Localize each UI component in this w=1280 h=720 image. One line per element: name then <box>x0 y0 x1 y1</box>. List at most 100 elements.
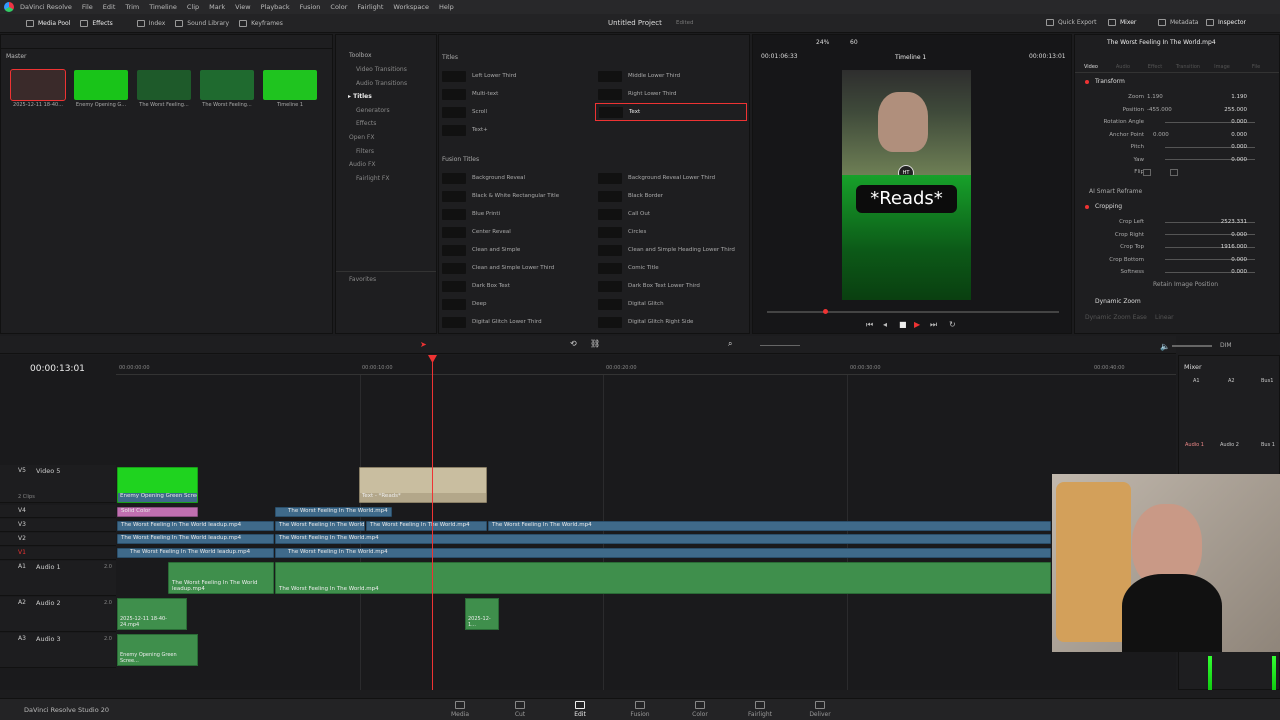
loop-icon[interactable]: ↻ <box>949 320 956 329</box>
index-button[interactable]: Index <box>136 19 165 27</box>
effect-item[interactable]: Clean and Simple <box>439 241 591 259</box>
section-dynamic-zoom[interactable]: Dynamic Zoom <box>1095 298 1141 305</box>
cropping-enable-icon[interactable] <box>1085 205 1089 209</box>
effect-item[interactable]: Dark Box Text Lower Third <box>595 277 747 295</box>
effect-item[interactable]: Scroll <box>439 103 591 121</box>
effect-item[interactable]: Center Reveal <box>439 223 591 241</box>
viewer-frame[interactable]: HT *Reads* <box>842 70 971 300</box>
tab-transition[interactable]: Transition <box>1171 51 1205 72</box>
effect-item[interactable]: Right Lower Third <box>595 85 747 103</box>
position-y[interactable]: 255.000 <box>1224 107 1247 113</box>
quick-export-button[interactable]: Quick Export <box>1046 19 1097 26</box>
video-clip-v1-b[interactable]: The Worst Feeling In The World.mp4 <box>275 548 1051 558</box>
anchor-x[interactable]: 0.000 <box>1153 132 1169 138</box>
media-clip[interactable]: The Worst Feeling... <box>200 70 254 108</box>
effect-item[interactable]: Middle Lower Third <box>595 67 747 85</box>
viewer-fps[interactable]: 60 <box>850 39 858 46</box>
tree-fairlight-fx[interactable]: Fairlight FX <box>356 175 389 182</box>
inspector-button[interactable]: Inspector <box>1206 19 1246 26</box>
video-clip-v2-b[interactable]: The Worst Feeling In The World.mp4 <box>275 534 1051 544</box>
volume-icon[interactable]: 🔈 <box>1160 342 1170 351</box>
video-clip-enemy[interactable]: Enemy Opening Green Scree... <box>117 467 198 503</box>
tree-toolbox[interactable]: Toolbox <box>349 52 372 59</box>
solid-color-clip[interactable]: Solid Color <box>117 507 198 517</box>
menu-clip[interactable]: Clip <box>187 3 199 11</box>
section-ai-smart-reframe[interactable]: AI Smart Reframe <box>1089 188 1142 195</box>
audio-clip-a2-a[interactable]: 2025-12-11 18-40-24.mp4 <box>117 598 187 630</box>
audio-clip-a1-a[interactable]: The Worst Feeling In The World leadup.mp… <box>168 562 274 594</box>
tree-generators[interactable]: Generators <box>356 107 390 114</box>
page-deliver[interactable]: Deliver <box>790 701 850 718</box>
track-header-v2[interactable]: V2 <box>0 533 116 546</box>
menu-view[interactable]: View <box>235 3 250 11</box>
snapping-icon[interactable]: ⟲ <box>570 339 577 348</box>
dim-button[interactable]: DIM <box>1220 342 1232 349</box>
position-x[interactable]: -455.000 <box>1147 107 1172 113</box>
video-clip-v4[interactable]: The Worst Feeling In The World.mp4 <box>275 507 392 517</box>
menu-file[interactable]: File <box>82 3 93 11</box>
anchor-y[interactable]: 0.000 <box>1231 132 1247 138</box>
effect-item[interactable]: Digital Glitch Right Side <box>595 313 747 331</box>
timeline-ruler[interactable]: 00:00:00:00 00:00:10:00 00:00:20:00 00:0… <box>116 355 1176 375</box>
menu-color[interactable]: Color <box>330 3 347 11</box>
pitch-value[interactable]: 0.000 <box>1231 144 1247 150</box>
page-fusion[interactable]: Fusion <box>610 701 670 718</box>
title-clip-text[interactable]: Text - *Reads* <box>359 467 487 503</box>
crop-bottom-value[interactable]: 0.000 <box>1231 257 1247 263</box>
flip-horizontal-icon[interactable] <box>1143 168 1151 176</box>
effect-item[interactable]: Text <box>595 103 747 121</box>
effect-item[interactable]: Digital Glitch <box>595 295 747 313</box>
menu-mark[interactable]: Mark <box>209 3 225 11</box>
effect-item[interactable]: Digital Glitch Lower Third <box>439 313 591 331</box>
media-clip[interactable]: Timeline 1 <box>263 70 317 108</box>
audio-clip-a3[interactable]: Enemy Opening Green Scree... <box>117 634 198 666</box>
effect-item[interactable]: Background Reveal Lower Third <box>595 169 747 187</box>
mixer-button[interactable]: Mixer <box>1108 19 1136 26</box>
effect-item[interactable]: Comic Title <box>595 259 747 277</box>
page-media[interactable]: Media <box>430 701 490 718</box>
rotation-value[interactable]: 0.000 <box>1231 119 1247 125</box>
volume-slider[interactable] <box>1172 345 1212 347</box>
menu-fusion[interactable]: Fusion <box>300 3 321 11</box>
media-clip[interactable]: 2025-12-11 18-40... <box>10 69 66 108</box>
menu-fairlight[interactable]: Fairlight <box>357 3 383 11</box>
effect-item[interactable]: Circles <box>595 223 747 241</box>
page-fairlight[interactable]: Fairlight <box>730 701 790 718</box>
menu-app[interactable]: DaVinci Resolve <box>20 3 72 11</box>
media-clip[interactable]: Enemy Opening G... <box>74 70 128 108</box>
effect-item[interactable]: Black Border <box>595 187 747 205</box>
tree-effects[interactable]: Effects <box>356 120 376 127</box>
track-header-v4[interactable]: V4 <box>0 505 116 518</box>
page-cut[interactable]: Cut <box>490 701 550 718</box>
video-clip-v3-d[interactable]: The Worst Feeling In The World.mp4 <box>488 521 1051 531</box>
bin-master[interactable]: Master <box>6 53 27 60</box>
video-clip-v2-a[interactable]: The Worst Feeling In The World leadup.mp… <box>117 534 274 544</box>
crop-left-value[interactable]: 2523.331 <box>1221 219 1247 225</box>
metadata-button[interactable]: Metadata <box>1158 19 1198 26</box>
softness-value[interactable]: 0.000 <box>1231 269 1247 275</box>
tree-open-fx[interactable]: Open FX <box>349 134 375 141</box>
section-transform[interactable]: Transform <box>1095 78 1125 85</box>
effect-item[interactable]: Left Lower Third <box>439 67 591 85</box>
video-clip-v1-a[interactable]: The Worst Feeling In The World leadup.mp… <box>117 548 274 558</box>
tab-image[interactable]: Image <box>1205 51 1239 72</box>
menu-workspace[interactable]: Workspace <box>393 3 429 11</box>
yaw-value[interactable]: 0.000 <box>1231 157 1247 163</box>
media-pool-button[interactable]: Media Pool <box>26 19 70 27</box>
effect-item[interactable]: Call Out <box>595 205 747 223</box>
tab-file[interactable]: File <box>1239 51 1273 72</box>
step-back-icon[interactable]: ◂ <box>883 320 887 329</box>
effect-item[interactable]: Black & White Rectangular Title <box>439 187 591 205</box>
stop-icon[interactable]: ■ <box>899 320 907 329</box>
tab-video[interactable]: Video <box>1075 51 1107 72</box>
tree-audio-transitions[interactable]: Audio Transitions <box>356 80 407 87</box>
tree-audio-fx[interactable]: Audio FX <box>349 161 376 168</box>
page-edit[interactable]: Edit <box>550 701 610 718</box>
effect-item[interactable]: Clean and Simple Lower Third <box>439 259 591 277</box>
zoom-y[interactable]: 1.190 <box>1231 94 1247 100</box>
effect-item[interactable]: Background Reveal <box>439 169 591 187</box>
tree-titles[interactable]: ▸ Titles <box>348 93 372 100</box>
track-header-v3[interactable]: V3 <box>0 519 116 532</box>
effect-item[interactable]: Deep <box>439 295 591 313</box>
keyframes-button[interactable]: Keyframes <box>239 19 283 27</box>
